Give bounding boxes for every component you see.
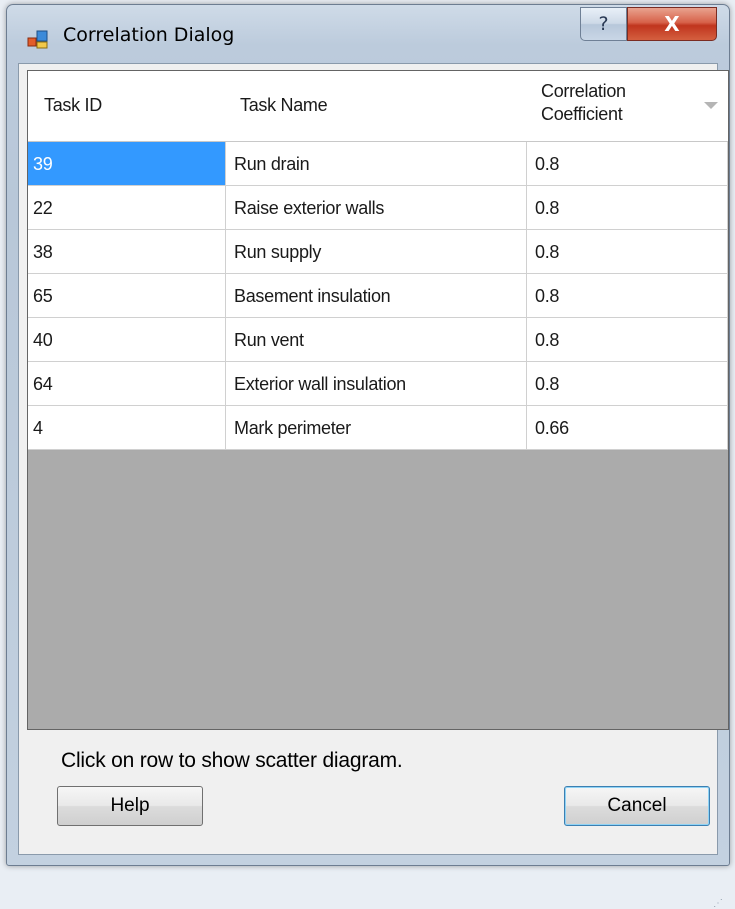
cell-task-id[interactable]: 39: [28, 142, 226, 186]
table-row[interactable]: 22 Raise exterior walls 0.8: [28, 186, 728, 230]
cell-task-id[interactable]: 38: [28, 230, 226, 274]
window-title: Correlation Dialog: [63, 24, 235, 46]
cell-correlation[interactable]: 0.8: [527, 274, 728, 318]
grid-header: Task ID Task Name Correlation Coefficien…: [28, 71, 728, 142]
column-header-correlation-coefficient[interactable]: Correlation Coefficient: [527, 71, 677, 141]
title-help-button[interactable]: ?: [580, 7, 627, 41]
cell-correlation[interactable]: 0.8: [527, 230, 728, 274]
help-button[interactable]: Help: [57, 786, 203, 826]
table-row[interactable]: 40 Run vent 0.8: [28, 318, 728, 362]
sort-descending-icon[interactable]: [704, 102, 718, 109]
table-row[interactable]: 64 Exterior wall insulation 0.8: [28, 362, 728, 406]
cell-task-name[interactable]: Mark perimeter: [226, 406, 527, 450]
cell-task-id[interactable]: 4: [28, 406, 226, 450]
grid-empty-area: [28, 451, 728, 729]
table-row[interactable]: 39 Run drain 0.8: [28, 142, 728, 186]
table-row[interactable]: 65 Basement insulation 0.8: [28, 274, 728, 318]
resize-grip-icon[interactable]: ⋰: [713, 898, 723, 909]
cell-task-name[interactable]: Exterior wall insulation: [226, 362, 527, 406]
dialog-client-area: Task ID Task Name Correlation Coefficien…: [18, 63, 729, 909]
correlation-dialog-window: Correlation Dialog ? X Task ID Task Name…: [6, 4, 730, 909]
title-bar[interactable]: Correlation Dialog ? X: [7, 5, 729, 63]
cell-correlation[interactable]: 0.66: [527, 406, 728, 450]
cell-task-name[interactable]: Run vent: [226, 318, 527, 362]
cell-correlation[interactable]: 0.8: [527, 142, 728, 186]
correlation-grid[interactable]: Task ID Task Name Correlation Coefficien…: [27, 70, 729, 730]
cell-task-id[interactable]: 22: [28, 186, 226, 230]
scatter-hint-label: Click on row to show scatter diagram.: [61, 749, 403, 772]
table-row[interactable]: 38 Run supply 0.8: [28, 230, 728, 274]
cell-correlation[interactable]: 0.8: [527, 186, 728, 230]
cell-task-name[interactable]: Run drain: [226, 142, 527, 186]
column-header-task-id[interactable]: Task ID: [28, 71, 226, 141]
table-row[interactable]: 4 Mark perimeter 0.66: [28, 406, 728, 450]
app-window-icon: [27, 30, 48, 49]
column-header-task-name[interactable]: Task Name: [226, 71, 527, 141]
close-button[interactable]: X: [627, 7, 717, 41]
cell-correlation[interactable]: 0.8: [527, 318, 728, 362]
cell-task-name[interactable]: Run supply: [226, 230, 527, 274]
cell-correlation[interactable]: 0.8: [527, 362, 728, 406]
cell-task-id[interactable]: 65: [28, 274, 226, 318]
cell-task-name[interactable]: Raise exterior walls: [226, 186, 527, 230]
cell-task-name[interactable]: Basement insulation: [226, 274, 527, 318]
cell-task-id[interactable]: 40: [28, 318, 226, 362]
cell-task-id[interactable]: 64: [28, 362, 226, 406]
cancel-button[interactable]: Cancel: [564, 786, 710, 826]
